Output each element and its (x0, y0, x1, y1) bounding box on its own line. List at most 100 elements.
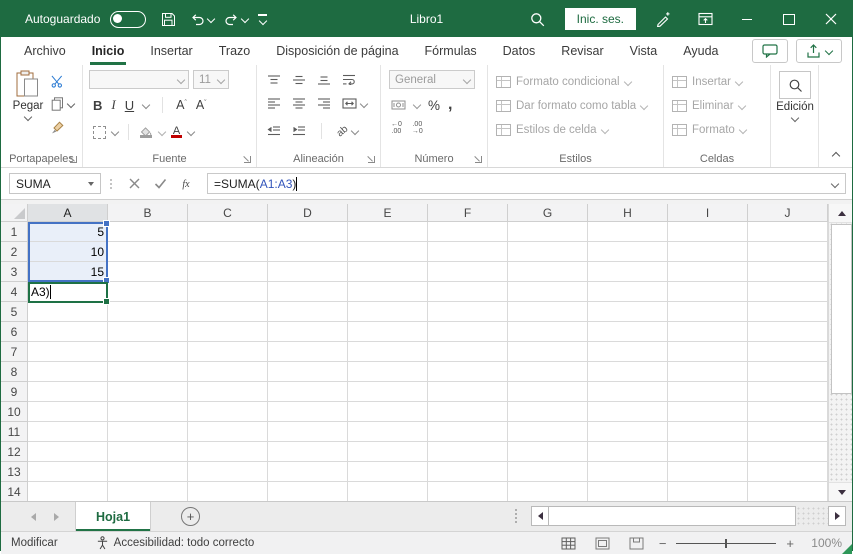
cell-D1[interactable] (268, 222, 348, 242)
cell-H13[interactable] (588, 462, 668, 482)
cell-H1[interactable] (588, 222, 668, 242)
insert-function-button[interactable]: fx (173, 173, 199, 195)
zoom-level[interactable]: 100% (806, 536, 842, 550)
zoom-out-button[interactable]: − (659, 536, 667, 551)
save-button[interactable] (156, 5, 180, 33)
font-color-dropdown-chevron-icon[interactable] (186, 127, 196, 137)
cell-D5[interactable] (268, 302, 348, 322)
cell-G10[interactable] (508, 402, 588, 422)
merge-center-button[interactable] (342, 98, 369, 109)
cell-H4[interactable] (588, 282, 668, 302)
sign-in-button[interactable]: Inic. ses. (564, 8, 636, 30)
cell-A7[interactable] (28, 342, 108, 362)
cell-H9[interactable] (588, 382, 668, 402)
column-header-H[interactable]: H (588, 204, 668, 222)
select-all-corner[interactable] (1, 204, 28, 222)
decrease-indent-icon[interactable] (267, 126, 281, 136)
cell-G8[interactable] (508, 362, 588, 382)
cell-C12[interactable] (188, 442, 268, 462)
tab-trazo[interactable]: Trazo (206, 37, 264, 65)
increase-decimal-button[interactable]: ←0 .00 (391, 121, 402, 135)
cell-D4[interactable] (268, 282, 348, 302)
cell-E2[interactable] (348, 242, 428, 262)
cell-D6[interactable] (268, 322, 348, 342)
cell-I6[interactable] (668, 322, 748, 342)
align-left-icon[interactable] (267, 98, 281, 109)
cell-G7[interactable] (508, 342, 588, 362)
cell-A13[interactable] (28, 462, 108, 482)
cell-F12[interactable] (428, 442, 508, 462)
name-box[interactable]: SUMA (9, 173, 101, 194)
column-header-G[interactable]: G (508, 204, 588, 222)
row-header-4[interactable]: 4 (1, 282, 28, 302)
cell-J2[interactable] (748, 242, 828, 262)
column-header-J[interactable]: J (748, 204, 828, 222)
cell-F8[interactable] (428, 362, 508, 382)
cell-mode-indicator[interactable]: Modificar (11, 537, 58, 549)
cell-G2[interactable] (508, 242, 588, 262)
tab-datos[interactable]: Datos (490, 37, 549, 65)
next-sheet-button[interactable] (54, 512, 59, 521)
cell-J11[interactable] (748, 422, 828, 442)
cell-I3[interactable] (668, 262, 748, 282)
column-header-F[interactable]: F (428, 204, 508, 222)
cell-A3[interactable]: 15 (28, 262, 108, 282)
cell-H14[interactable] (588, 482, 668, 501)
vertical-scrollbar[interactable] (828, 204, 852, 501)
cell-I8[interactable] (668, 362, 748, 382)
accounting-dropdown-chevron-icon[interactable] (412, 100, 422, 110)
sheet-bar-grip[interactable] (515, 506, 517, 526)
cell-E14[interactable] (348, 482, 428, 501)
cell-D13[interactable] (268, 462, 348, 482)
cell-B4[interactable] (108, 282, 188, 302)
delete-cells-button[interactable]: Eliminar (672, 100, 746, 112)
column-header-B[interactable]: B (108, 204, 188, 222)
horizontal-scrollbar-track[interactable] (796, 506, 828, 526)
cell-B9[interactable] (108, 382, 188, 402)
cell-D3[interactable] (268, 262, 348, 282)
cell-J12[interactable] (748, 442, 828, 462)
cell-A1[interactable]: 5 (28, 222, 108, 242)
cell-A11[interactable] (28, 422, 108, 442)
cell-I11[interactable] (668, 422, 748, 442)
comma-style-button[interactable]: , (448, 97, 452, 113)
cell-J4[interactable] (748, 282, 828, 302)
bold-button[interactable]: B (93, 98, 102, 113)
cell-H3[interactable] (588, 262, 668, 282)
cell-B10[interactable] (108, 402, 188, 422)
cell-F13[interactable] (428, 462, 508, 482)
tab-disposici-n-de-p-gina[interactable]: Disposición de página (263, 37, 411, 65)
cell-B12[interactable] (108, 442, 188, 462)
cell-E9[interactable] (348, 382, 428, 402)
align-top-icon[interactable] (267, 74, 281, 85)
cell-B11[interactable] (108, 422, 188, 442)
cell-C2[interactable] (188, 242, 268, 262)
cell-A5[interactable] (28, 302, 108, 322)
accounting-format-icon[interactable] (391, 99, 406, 111)
cell-E13[interactable] (348, 462, 428, 482)
cell-H10[interactable] (588, 402, 668, 422)
cell-A9[interactable] (28, 382, 108, 402)
cell-C6[interactable] (188, 322, 268, 342)
number-format-select[interactable]: General (389, 70, 475, 89)
cell-C7[interactable] (188, 342, 268, 362)
cell-E10[interactable] (348, 402, 428, 422)
cell-F3[interactable] (428, 262, 508, 282)
cell-D12[interactable] (268, 442, 348, 462)
column-header-E[interactable]: E (348, 204, 428, 222)
undo-dropdown-chevron-icon[interactable] (207, 14, 216, 24)
previous-sheet-button[interactable] (31, 512, 36, 521)
decrease-decimal-button[interactable]: .00 →0 (412, 121, 423, 135)
cell-A12[interactable] (28, 442, 108, 462)
cell-B6[interactable] (108, 322, 188, 342)
collapse-ribbon-chevron-icon[interactable] (831, 151, 841, 161)
underline-dropdown-chevron-icon[interactable] (141, 100, 151, 110)
font-color-button[interactable]: A (171, 126, 182, 138)
row-header-9[interactable]: 9 (1, 382, 28, 402)
underline-button[interactable]: U (125, 98, 134, 113)
cell-F11[interactable] (428, 422, 508, 442)
cell-B1[interactable] (108, 222, 188, 242)
editing-button[interactable]: Edición (776, 71, 814, 123)
alignment-dialog-launcher-icon[interactable] (368, 156, 375, 163)
cut-button[interactable] (51, 73, 74, 89)
